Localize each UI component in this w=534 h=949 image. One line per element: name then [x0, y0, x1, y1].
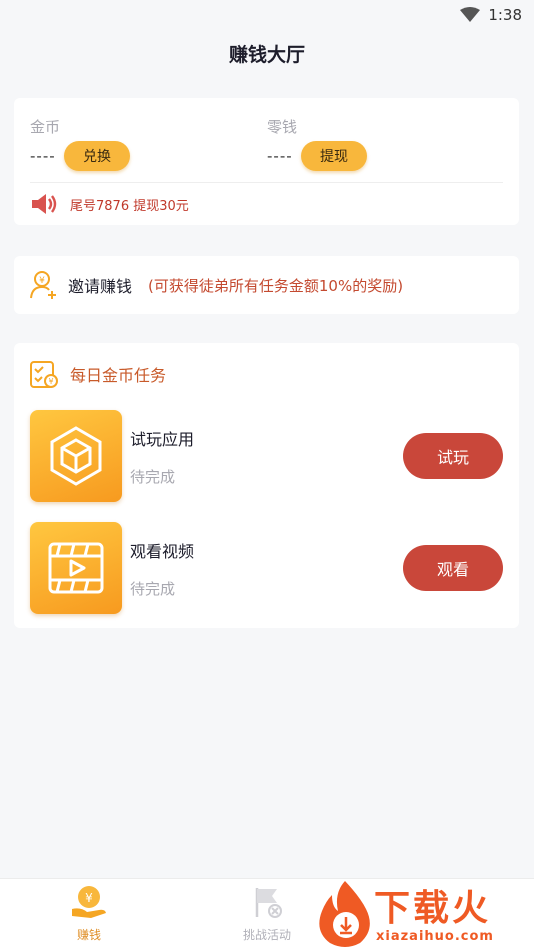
task-name: 试玩应用	[130, 429, 195, 449]
film-icon	[48, 542, 104, 594]
cube-icon	[50, 426, 102, 486]
task-status: 待完成	[130, 467, 176, 486]
page-title: 赚钱大厅	[228, 44, 305, 66]
wallet-card: 金币 ---- 兑换 零钱 ---- 提现 尾号7876 提现30元	[14, 98, 519, 225]
task-header: ¥ 每日金币任务	[30, 359, 166, 389]
fire-logo-icon	[319, 881, 370, 947]
watermark-text: 下载火	[374, 888, 492, 929]
flag-icon	[255, 888, 282, 918]
watermark: 下载火 xiazaihuo.com	[310, 879, 530, 949]
daily-task-card: ¥ 每日金币任务 试玩应用 待完成 试玩 观看视频 待完成 观看	[14, 343, 519, 628]
coins-value: ----	[30, 147, 56, 165]
coin-hand-icon: ¥	[72, 886, 106, 918]
divider	[30, 182, 503, 183]
watch-video-tile	[30, 522, 122, 614]
tab-challenge-label: 挑战活动	[242, 928, 291, 942]
invite-hint: (可获得徒弟所有任务金额10%的奖励)	[148, 276, 404, 295]
svg-text:¥: ¥	[85, 891, 93, 905]
trial-app-tile	[30, 410, 122, 502]
task-list-icon: ¥	[30, 361, 58, 388]
cash-section: 零钱 ---- 提现	[267, 116, 367, 171]
invite-title: 邀请赚钱	[68, 277, 133, 296]
watch-button[interactable]: 观看	[403, 545, 503, 591]
clock: 1:38	[488, 6, 522, 24]
coins-section: 金币 ---- 兑换	[30, 116, 130, 171]
coins-label: 金币	[30, 118, 61, 136]
task-row: 观看视频 待完成 观看	[30, 522, 503, 614]
notice-text: 尾号7876 提现30元	[70, 198, 189, 214]
invite-card[interactable]: ¥ 邀请赚钱 (可获得徒弟所有任务金额10%的奖励)	[14, 256, 519, 314]
tab-earn-label: 赚钱	[76, 928, 101, 942]
task-row: 试玩应用 待完成 试玩	[30, 410, 503, 502]
withdraw-notice: 尾号7876 提现30元	[30, 192, 189, 216]
exchange-button[interactable]: 兑换	[64, 141, 130, 171]
cash-value: ----	[267, 147, 293, 165]
withdraw-button[interactable]: 提现	[301, 141, 367, 171]
svg-text:¥: ¥	[48, 377, 53, 386]
task-title: 每日金币任务	[70, 366, 167, 385]
svg-text:¥: ¥	[39, 276, 45, 286]
tab-earn[interactable]: ¥ 赚钱	[49, 885, 129, 943]
try-button[interactable]: 试玩	[403, 433, 503, 479]
watermark-url: xiazaihuo.com	[376, 929, 494, 944]
tab-challenge[interactable]: 挑战活动	[227, 885, 307, 943]
task-name: 观看视频	[130, 541, 195, 561]
cash-label: 零钱	[267, 118, 298, 136]
bottom-tab-bar: ¥ 赚钱 挑战活动 下载火 xiazaihuo.com	[0, 878, 534, 949]
invite-user-icon: ¥	[30, 271, 56, 299]
speaker-icon	[32, 194, 57, 214]
wifi-icon	[460, 7, 481, 22]
task-status: 待完成	[130, 579, 176, 598]
status-bar: 1:38	[0, 0, 534, 30]
